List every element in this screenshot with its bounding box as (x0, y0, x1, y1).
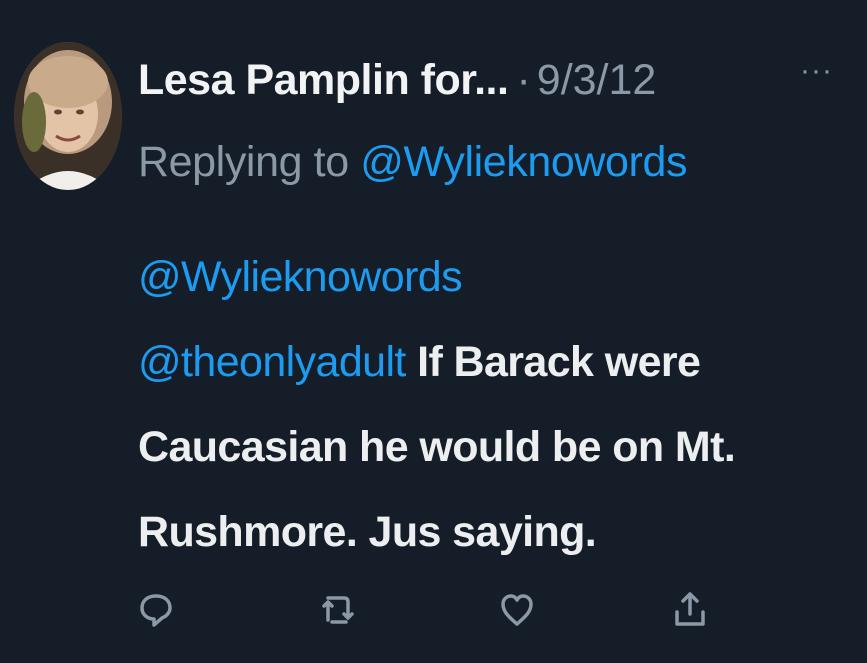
tweet-date[interactable]: 9/3/12 (537, 56, 657, 105)
replying-to-mention[interactable]: @Wylieknowords (360, 138, 687, 186)
tweet-text-line: Rushmore. Jus saying. (138, 508, 597, 556)
mention-link[interactable]: @Wylieknowords (138, 253, 463, 301)
tweet-text-segment: If Barack were (405, 338, 701, 386)
mention-link[interactable]: @theonlyadult (138, 338, 406, 386)
comment-icon (140, 594, 172, 627)
author-name[interactable]: Lesa Pamplin for... (138, 56, 509, 105)
like-button[interactable] (495, 585, 539, 635)
replying-to-label: Replying to (138, 138, 349, 186)
heart-icon (501, 594, 533, 626)
retweet-icon (322, 596, 354, 624)
avatar-photo (14, 42, 122, 190)
share-button[interactable] (668, 585, 712, 635)
more-options-icon[interactable]: ··· (800, 56, 833, 86)
tweet-text-line: Caucasian he would be on Mt. (138, 423, 736, 471)
retweet-button[interactable] (316, 585, 360, 635)
header-separator: · (516, 55, 531, 104)
share-icon (675, 592, 705, 626)
tweet-text-line: @theonlyadult If Barack were (138, 320, 838, 405)
tweet-text: @Wylieknowords @theonlyadult If Barack w… (138, 235, 838, 575)
replying-to: Replying to @Wylieknowords (138, 138, 687, 187)
action-bar (0, 585, 867, 645)
reply-button[interactable] (134, 585, 178, 635)
tweet-header: Lesa Pamplin for... · 9/3/12 (138, 50, 656, 110)
avatar[interactable] (14, 42, 122, 190)
tweet-text-line: @Wylieknowords (138, 235, 838, 320)
tweet-card[interactable]: Lesa Pamplin for... · 9/3/12 ··· Replyin… (0, 0, 867, 663)
